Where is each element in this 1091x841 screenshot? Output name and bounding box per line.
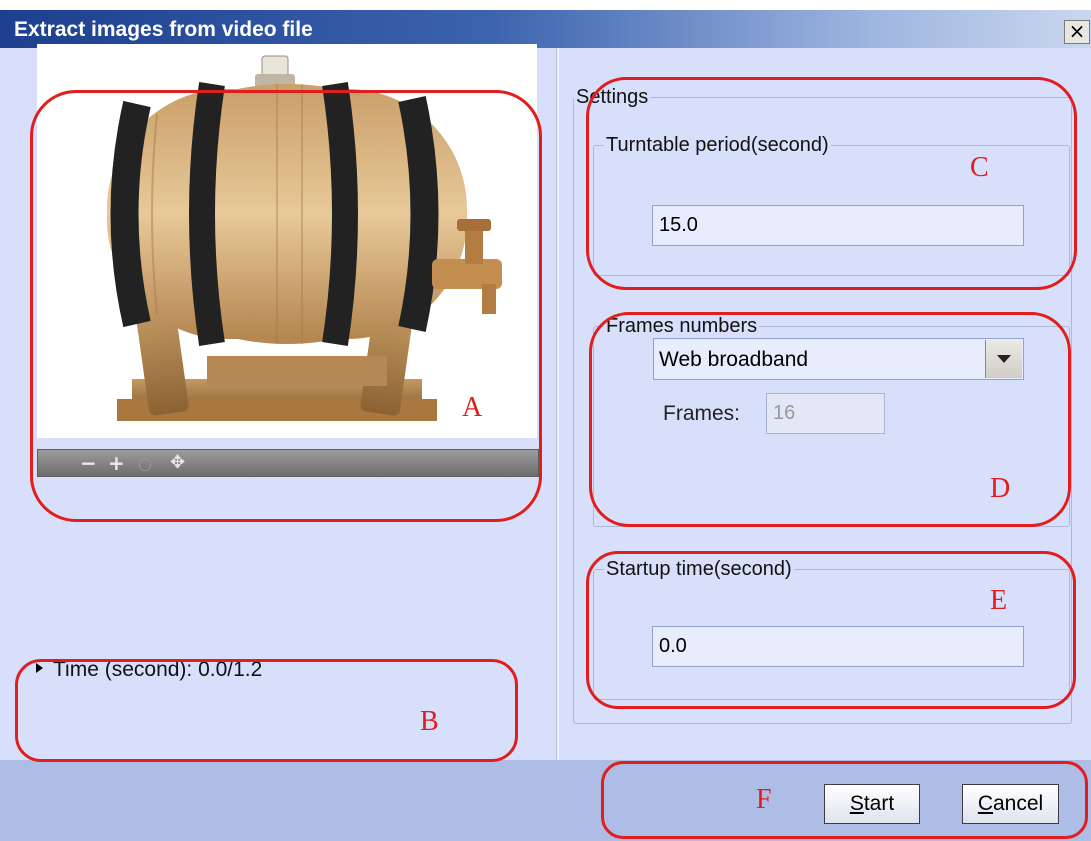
window-title: Extract images from video file [14, 18, 313, 41]
annotation-label-c: C [970, 152, 989, 183]
annotation-box-c [586, 77, 1077, 290]
panel-divider [556, 48, 559, 760]
annotation-box-e [586, 551, 1076, 709]
annotation-label-d: D [990, 473, 1011, 504]
close-button[interactable]: × [1064, 20, 1090, 44]
annotation-label-f: F [756, 784, 772, 815]
title-bar: Extract images from video file × [0, 10, 1091, 48]
annotation-label-e: E [990, 585, 1008, 616]
annotation-label-b: B [420, 706, 439, 737]
close-icon: × [1068, 19, 1086, 43]
annotation-box-f [601, 761, 1088, 839]
annotation-box-b [15, 659, 518, 762]
annotation-label-a: A [462, 392, 483, 423]
annotation-box-a [30, 90, 542, 522]
